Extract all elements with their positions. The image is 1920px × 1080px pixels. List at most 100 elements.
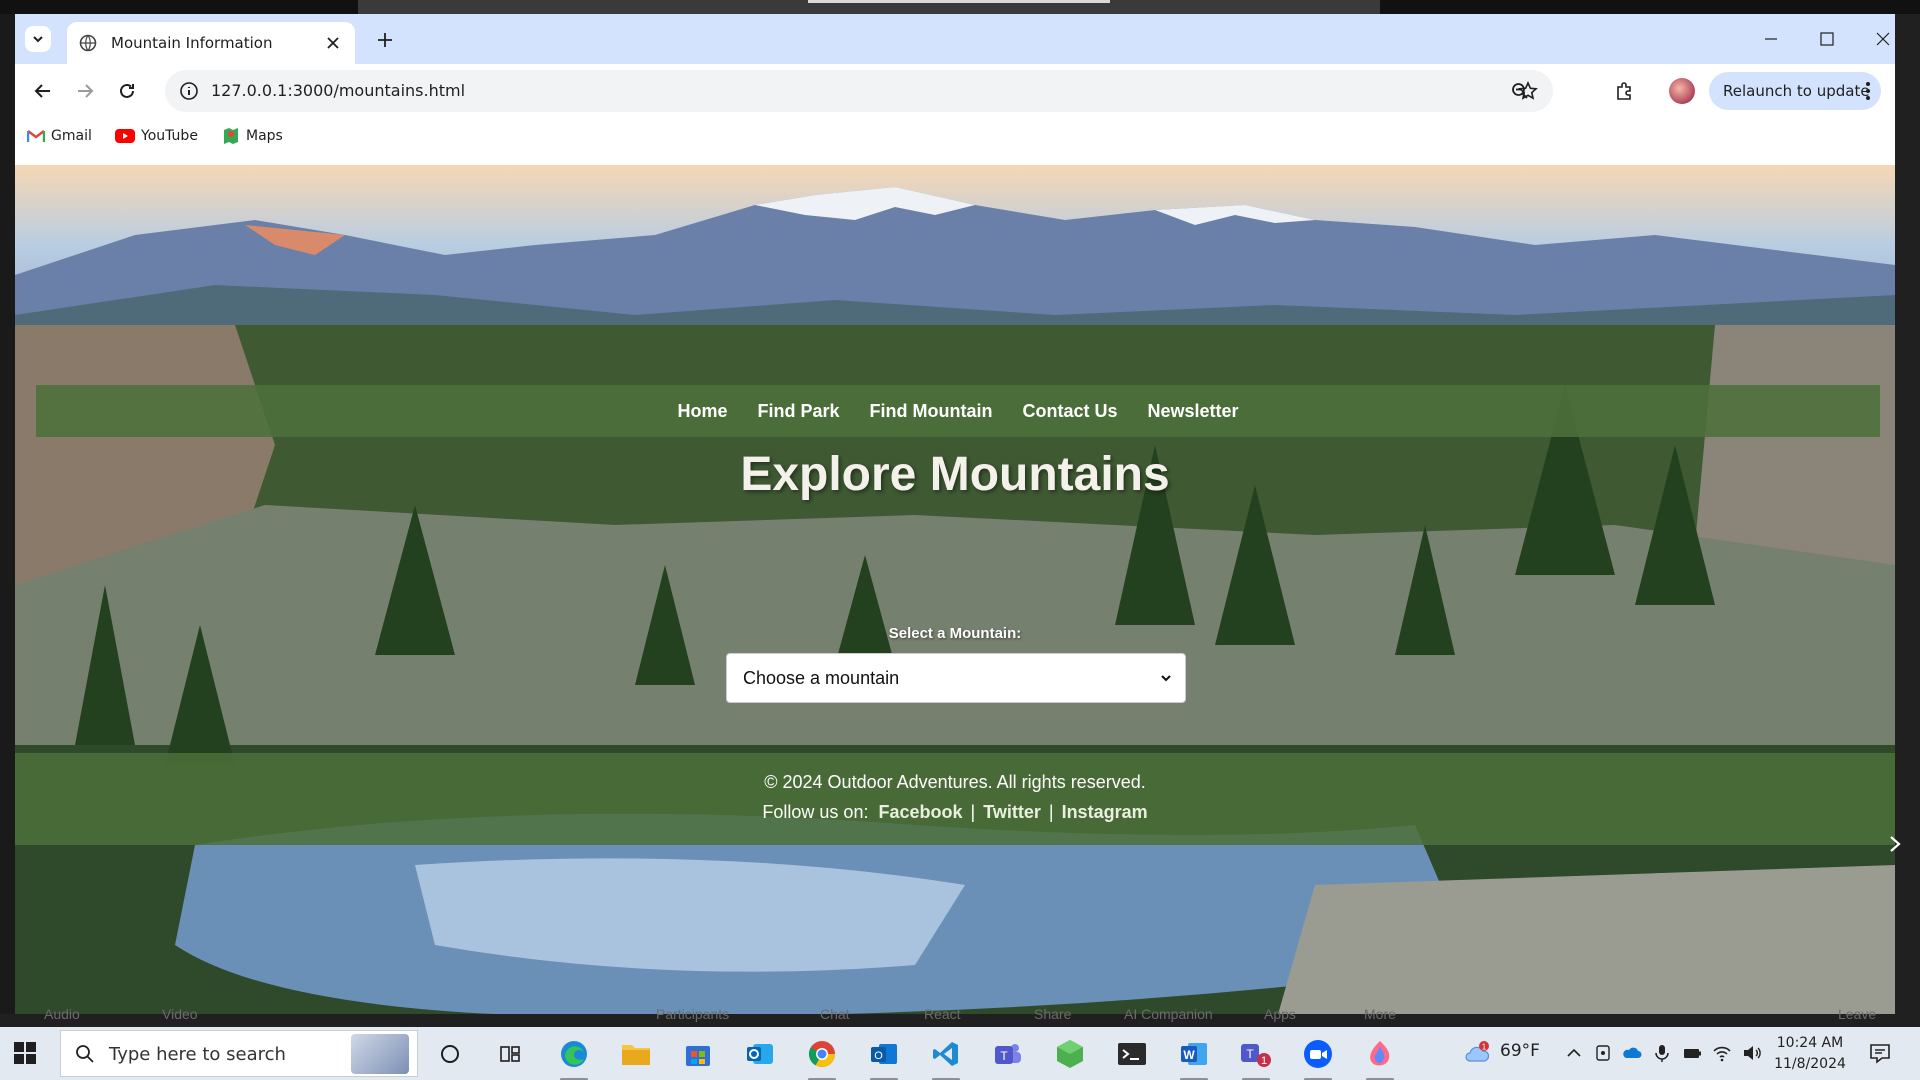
nav-find-mountain[interactable]: Find Mountain	[870, 401, 993, 422]
bookmark-label: Maps	[246, 128, 283, 144]
window-close-button[interactable]	[1863, 24, 1895, 54]
bookmark-gmail[interactable]: Gmail	[27, 124, 92, 148]
onedrive-icon[interactable]	[1622, 1043, 1642, 1063]
bookmark-star-button[interactable]	[1515, 78, 1541, 104]
circle-icon	[441, 1045, 459, 1063]
clock-date: 11/8/2024	[1774, 1056, 1846, 1072]
taskbar-search-placeholder: Type here to search	[109, 1044, 286, 1065]
profile-avatar[interactable]	[1669, 78, 1695, 104]
nav-find-park[interactable]: Find Park	[757, 401, 839, 422]
site-navbar: Home Find Park Find Mountain Contact Us …	[36, 385, 1880, 437]
task-view-icon	[500, 1046, 520, 1062]
follow-label: Follow us on:	[762, 802, 869, 822]
page-viewport: Home Find Park Find Mountain Contact Us …	[15, 165, 1895, 1014]
taskbar-clock[interactable]: 10:24 AM 11/8/2024	[1770, 1033, 1850, 1075]
taskbar-copilot[interactable]	[1362, 1036, 1398, 1080]
tab-close-button[interactable]	[323, 33, 343, 53]
zoom-chat-label[interactable]: Chat	[820, 1006, 850, 1022]
zoom-toolbar-labels: Audio Video Participants Chat React Shar…	[0, 1002, 1920, 1028]
taskbar-zoom[interactable]	[1300, 1036, 1336, 1080]
taskbar-chrome[interactable]	[804, 1036, 840, 1080]
zoom-apps-label[interactable]: Apps	[1264, 1006, 1296, 1022]
instagram-link[interactable]: Instagram	[1062, 802, 1148, 822]
microphone-icon[interactable]	[1652, 1043, 1672, 1063]
back-button[interactable]	[29, 77, 57, 105]
taskbar-terminal[interactable]	[1114, 1036, 1150, 1072]
battery-icon[interactable]	[1682, 1043, 1702, 1063]
plus-icon	[378, 33, 392, 47]
taskbar-teams[interactable]: T	[990, 1036, 1026, 1072]
mountain-select-value: Choose a mountain	[743, 668, 900, 688]
zoom-participants-label[interactable]: Participants	[656, 1006, 729, 1022]
maximize-button[interactable]	[1807, 24, 1847, 54]
task-view-button[interactable]	[492, 1036, 528, 1072]
tab-search-button[interactable]	[25, 26, 51, 52]
twitter-link[interactable]: Twitter	[983, 802, 1041, 822]
browser-tab[interactable]: Mountain Information	[67, 22, 355, 64]
gmail-icon	[27, 130, 45, 142]
zoom-more-label[interactable]: More	[1364, 1006, 1396, 1022]
nav-newsletter[interactable]: Newsletter	[1147, 401, 1238, 422]
taskbar-vscode[interactable]	[928, 1036, 964, 1080]
notification-icon[interactable]	[1868, 1041, 1892, 1065]
close-icon	[1876, 32, 1890, 46]
minimize-button[interactable]	[1751, 24, 1791, 54]
svg-text:W: W	[1183, 1048, 1195, 1062]
svg-text:O: O	[874, 1050, 883, 1062]
nav-links: Home Find Park Find Mountain Contact Us …	[36, 385, 1880, 437]
arrow-right-icon	[78, 84, 94, 98]
windows-start-icon[interactable]	[14, 1042, 36, 1064]
maximize-icon	[1820, 32, 1834, 46]
facebook-link[interactable]: Facebook	[878, 802, 962, 822]
chevron-down-icon	[33, 36, 43, 43]
reload-button[interactable]	[113, 77, 141, 105]
vscode-icon	[933, 1042, 958, 1066]
address-bar[interactable]: 127.0.0.1:3000/mountains.html	[165, 70, 1553, 112]
browser-toolbar: 127.0.0.1:3000/mountains.html Relaunch t…	[15, 64, 1895, 118]
nav-contact-us[interactable]: Contact Us	[1022, 401, 1117, 422]
chevron-right-icon[interactable]	[1888, 835, 1902, 853]
chrome-icon	[808, 1041, 836, 1068]
taskbar-outlook-new[interactable]	[742, 1036, 778, 1072]
page-title: Explore Mountains	[740, 448, 1170, 501]
zoom-ai-companion-label[interactable]: AI Companion	[1124, 1006, 1213, 1022]
nav-home[interactable]: Home	[677, 401, 727, 422]
zoom-share-label[interactable]: Share	[1034, 1006, 1071, 1022]
bookmark-maps[interactable]: Maps	[222, 124, 283, 148]
folder-icon	[622, 1045, 650, 1065]
site-info-icon[interactable]	[179, 81, 199, 101]
top-screen-strip	[0, 0, 1920, 14]
volume-icon[interactable]	[1742, 1043, 1762, 1063]
extensions-button[interactable]	[1612, 78, 1638, 104]
mountain-select[interactable]: Choose a mountain	[726, 653, 1186, 703]
meet-now-icon[interactable]	[1594, 1043, 1614, 1063]
relaunch-button[interactable]: Relaunch to update	[1709, 72, 1881, 110]
zoom-video-label[interactable]: Video	[162, 1006, 198, 1022]
taskbar-word[interactable]: W	[1176, 1036, 1212, 1080]
taskbar-search[interactable]: Type here to search	[60, 1030, 418, 1077]
new-tab-button[interactable]	[373, 28, 397, 52]
taskbar-edge[interactable]	[556, 1036, 592, 1080]
wifi-icon[interactable]	[1712, 1043, 1732, 1063]
chevron-up-icon[interactable]	[1564, 1043, 1584, 1063]
search-highlight-image	[351, 1034, 409, 1074]
store-icon	[686, 1046, 710, 1066]
forward-button[interactable]	[71, 77, 99, 105]
copilot-icon	[1370, 1041, 1390, 1066]
tab-strip: Mountain Information	[15, 14, 1895, 64]
taskbar-store[interactable]	[680, 1036, 716, 1072]
weather-temperature[interactable]: 69°F	[1500, 1041, 1540, 1061]
zoom-leave-label[interactable]: Leave	[1838, 1006, 1876, 1022]
cortana-button[interactable]	[432, 1036, 468, 1072]
bookmark-youtube[interactable]: YouTube	[115, 124, 198, 148]
taskbar-node[interactable]	[1052, 1036, 1088, 1072]
edge-icon	[561, 1041, 587, 1067]
taskbar-file-explorer[interactable]	[618, 1036, 654, 1072]
weather-icon[interactable]: 1	[1464, 1041, 1490, 1065]
youtube-icon	[115, 129, 135, 143]
zoom-react-label[interactable]: React	[924, 1006, 961, 1022]
maps-icon	[224, 128, 238, 144]
zoom-audio-label[interactable]: Audio	[44, 1006, 80, 1022]
taskbar-teams-classic[interactable]: T1	[1238, 1036, 1274, 1080]
taskbar-outlook[interactable]: O	[866, 1036, 902, 1080]
